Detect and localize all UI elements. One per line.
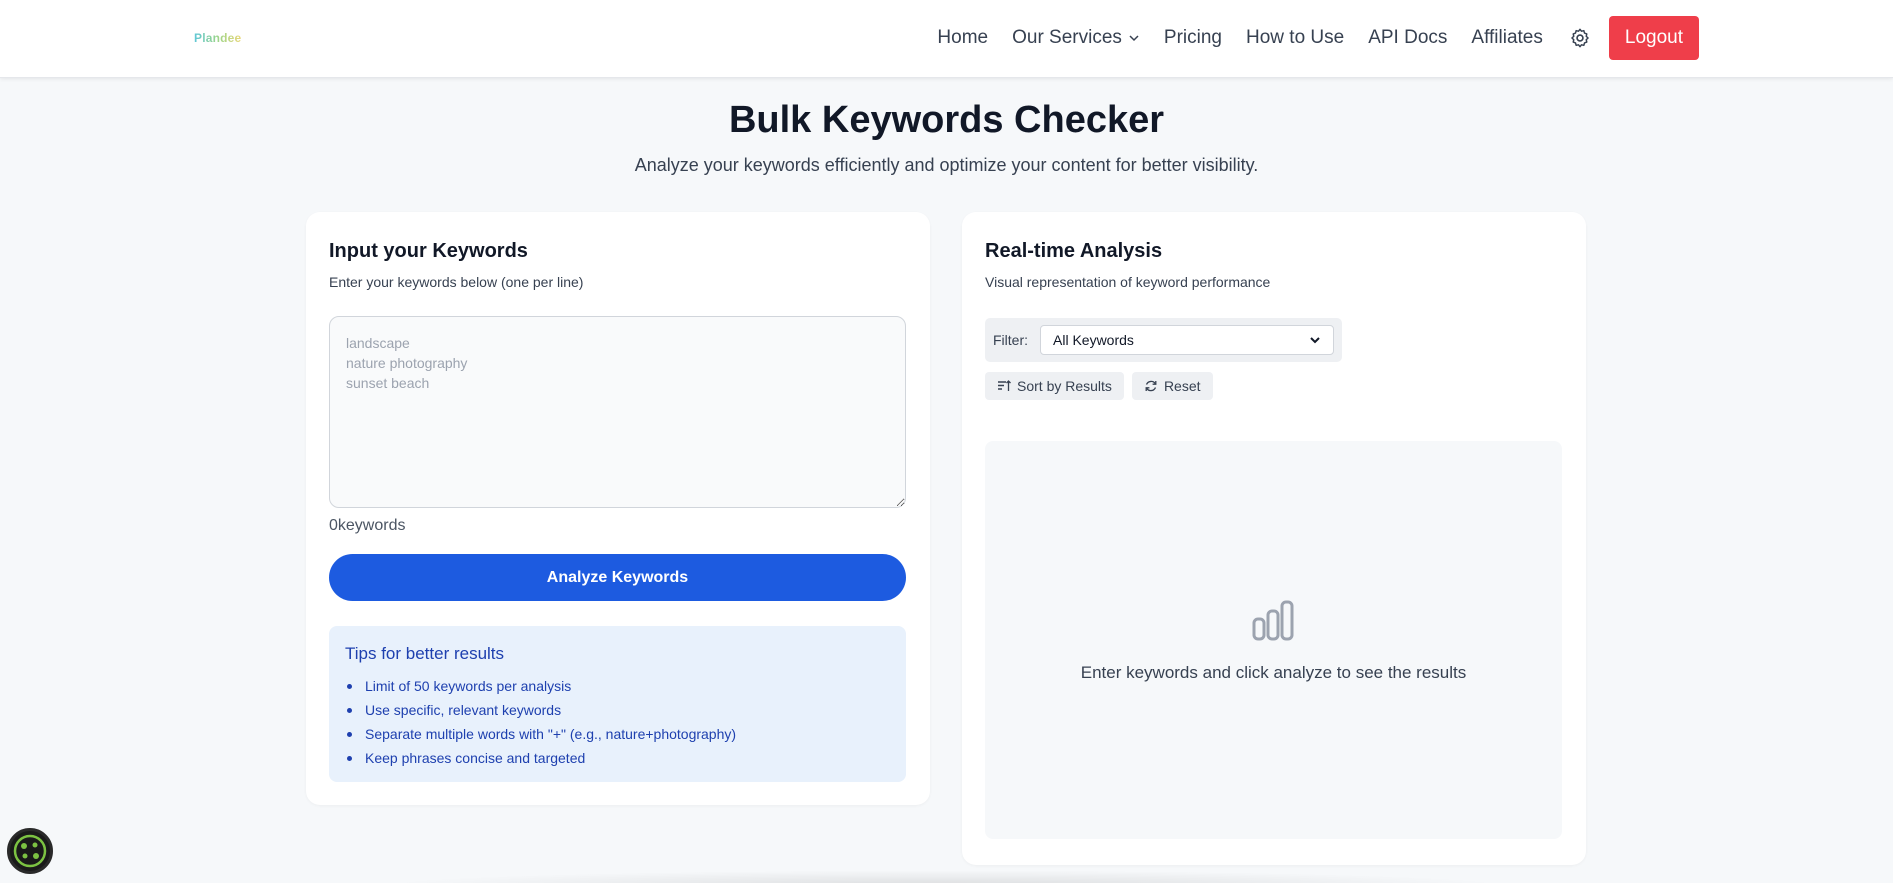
filter-select[interactable]: All Keywords [1040,325,1334,355]
nav-home[interactable]: Home [937,27,988,49]
results-empty-state: Enter keywords and click analyze to see … [985,441,1562,839]
input-card-title: Input your Keywords [329,240,528,262]
nav-our-services[interactable]: Our Services [1012,27,1140,49]
realtime-analysis-card: Real-time Analysis Visual representation… [962,212,1586,865]
gear-icon[interactable] [1569,27,1591,49]
analyze-keywords-button[interactable]: Analyze Keywords [329,554,906,601]
tip-item: Use specific, relevant keywords [345,698,890,722]
tips-title: Tips for better results [345,644,505,663]
widget-icon [13,834,47,868]
tip-item: Separate multiple words with "+" (e.g., … [345,722,890,746]
sort-by-results-button[interactable]: Sort by Results [985,372,1124,400]
chevron-down-icon [1129,35,1139,42]
nav-our-services-label: Our Services [1012,27,1122,48]
filter-label: Filter: [993,332,1028,348]
keyword-count: 0keywords [329,517,406,534]
floating-widget-button[interactable] [7,828,53,874]
main-nav: Home Our Services Pricing How to Use API… [937,16,1699,60]
refresh-icon [1145,380,1157,392]
tips-list: Limit of 50 keywords per analysis Use sp… [345,674,890,770]
filter-selected-value: All Keywords [1053,332,1134,348]
empty-state-message: Enter keywords and click analyze to see … [1080,663,1467,682]
logout-button[interactable]: Logout [1608,16,1699,60]
nav-affiliates[interactable]: Affiliates [1471,27,1542,49]
input-card-description: Enter your keywords below (one per line) [329,274,584,290]
sort-button-label: Sort by Results [1017,378,1112,394]
page-subtitle: Analyze your keywords efficiently and op… [634,155,1259,175]
reset-button-label: Reset [1163,378,1201,394]
filter-box: Filter: All Keywords [985,318,1342,362]
tips-box: Tips for better results Limit of 50 keyw… [329,626,906,782]
top-navbar: Plandee Home Our Services Pricing How to… [0,0,1893,78]
footer-shadow [380,870,1510,883]
keywords-textarea[interactable] [329,316,906,508]
tip-item: Keep phrases concise and targeted [345,746,890,770]
sort-icon [998,380,1011,391]
nav-pricing[interactable]: Pricing [1164,27,1222,49]
analysis-card-description: Visual representation of keyword perform… [985,274,1271,290]
brand-logo[interactable]: Plandee [194,31,241,45]
nav-how-to-use[interactable]: How to Use [1246,27,1344,49]
page-title: Bulk Keywords Checker [728,99,1165,141]
input-keywords-card: Input your Keywords Enter your keywords … [306,212,930,805]
reset-button[interactable]: Reset [1131,372,1213,400]
analysis-actions: Sort by Results Reset [985,372,1221,400]
chevron-down-icon [1310,337,1320,344]
tip-item: Limit of 50 keywords per analysis [345,674,890,698]
analysis-card-title: Real-time Analysis [985,240,1163,262]
bar-chart-icon [1252,600,1294,641]
nav-api-docs[interactable]: API Docs [1368,27,1447,49]
